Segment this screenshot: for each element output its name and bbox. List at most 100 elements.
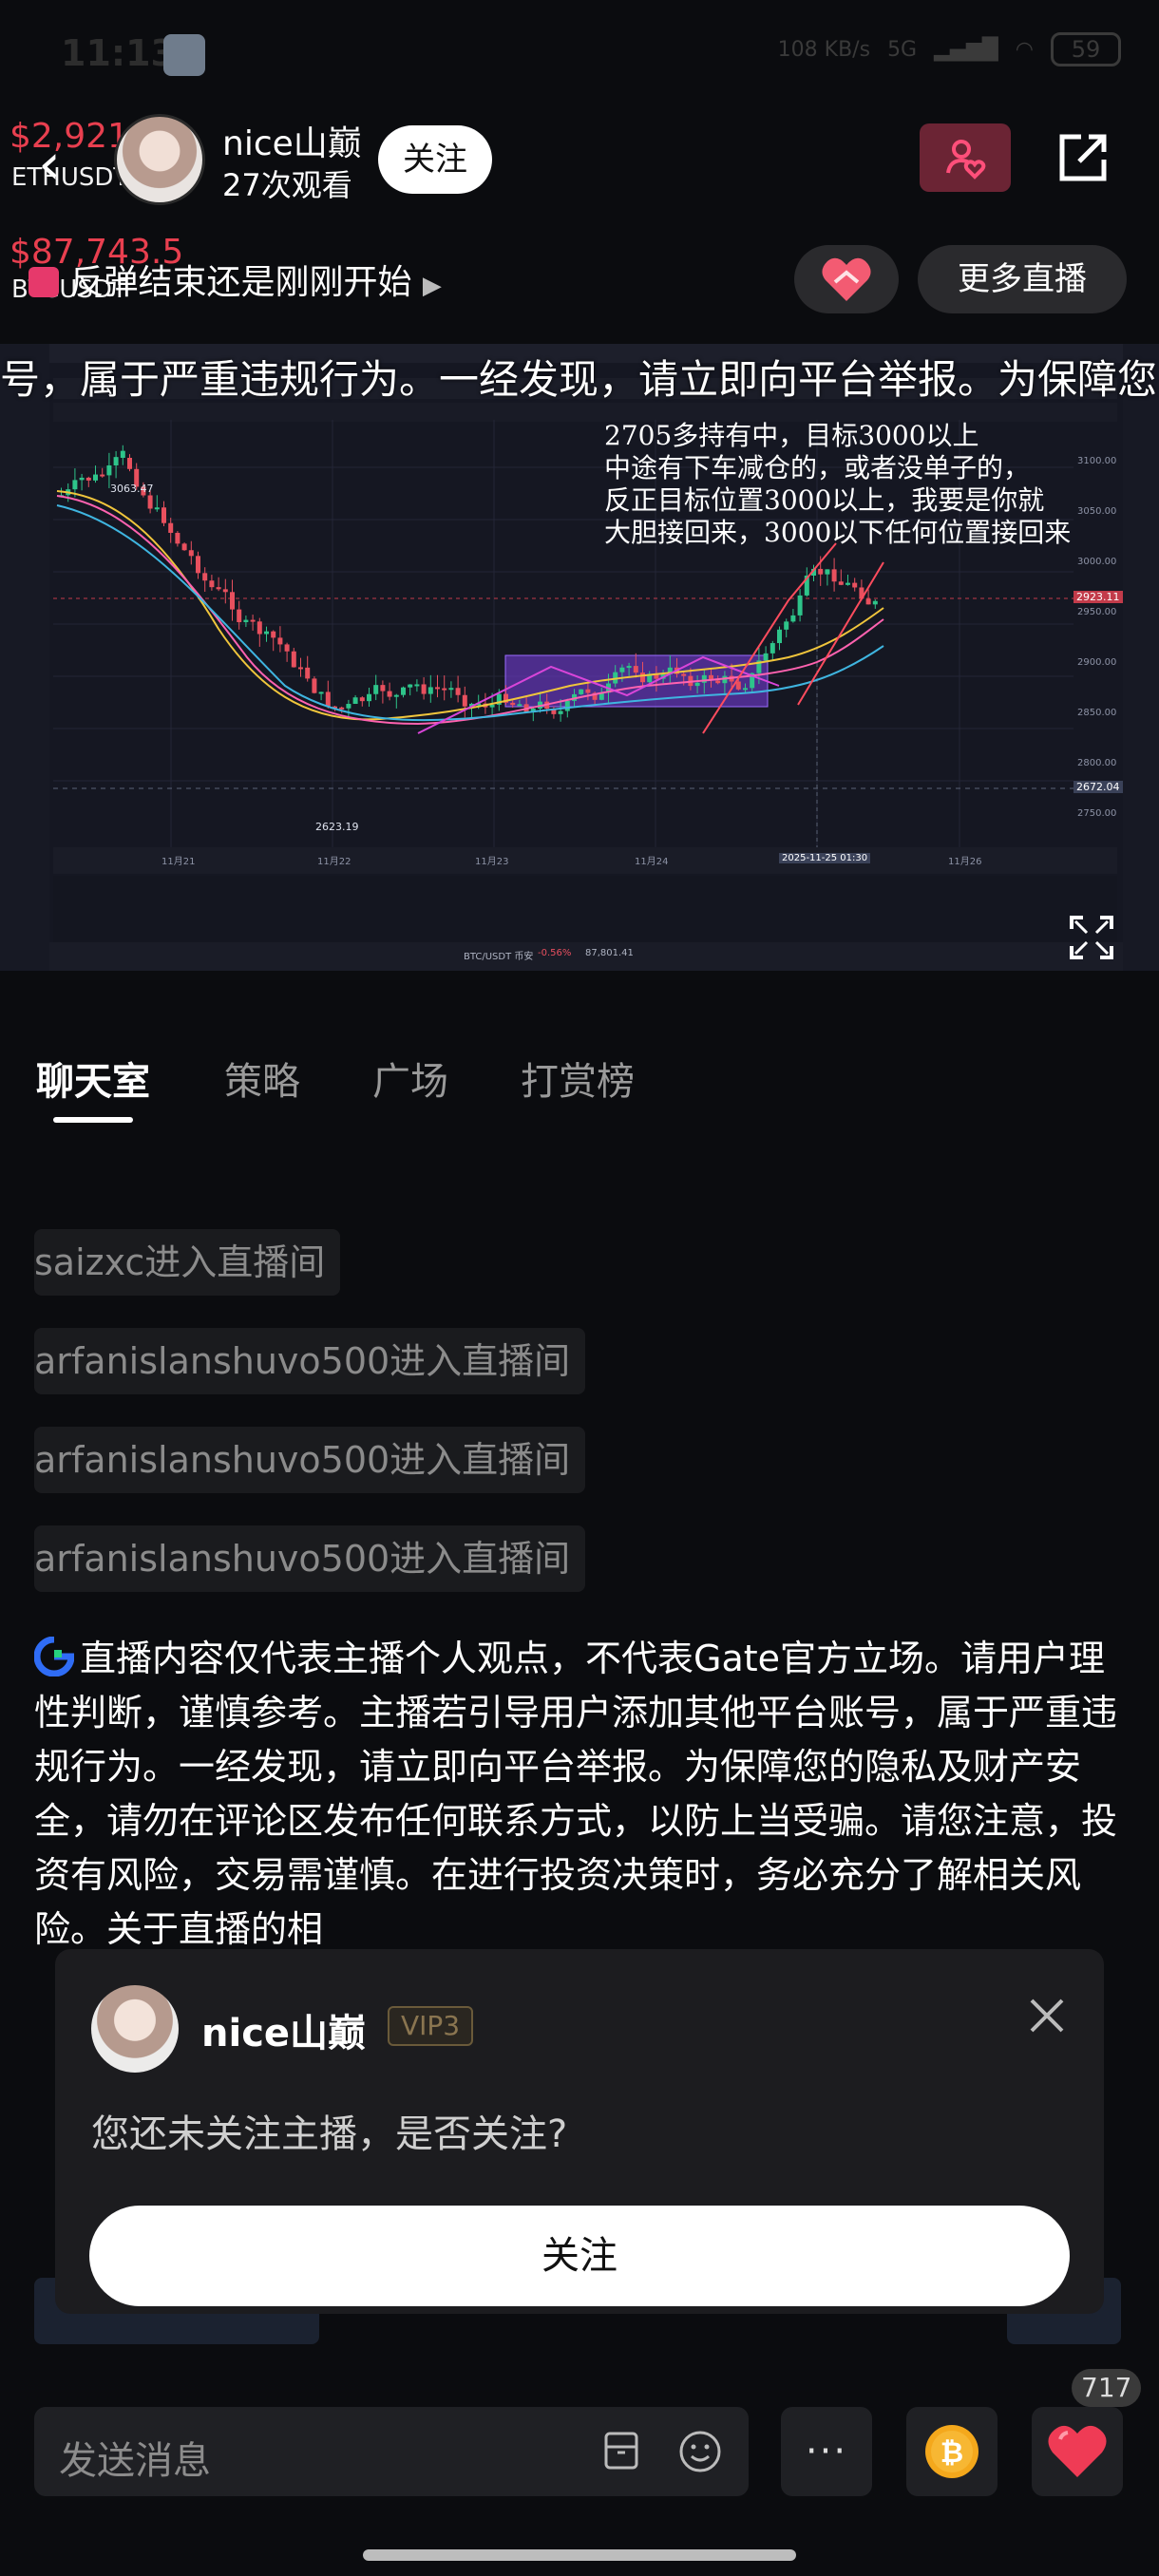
more-button[interactable]: ··· (781, 2407, 872, 2496)
candle-body (448, 688, 454, 691)
candle-body (872, 600, 878, 605)
candle-body (626, 666, 632, 669)
message-input[interactable]: 发送消息 (34, 2407, 749, 2496)
home-indicator[interactable] (363, 2549, 796, 2561)
tab-chatroom[interactable]: 聊天室 (36, 1051, 150, 1106)
x-tick: 11月24 (635, 857, 669, 867)
candle-body (277, 637, 283, 645)
ticker-pair-eth: ETHUSDT (11, 163, 129, 192)
candle-body (421, 684, 427, 694)
candle-body (318, 691, 324, 694)
y-tick: 3000.00 (1077, 557, 1117, 567)
candle-body (162, 507, 166, 523)
candle-body (784, 621, 789, 630)
bitcoin-coin-icon: ₿ (925, 2425, 978, 2478)
candle-body (489, 704, 495, 708)
y-tick: 2800.00 (1077, 758, 1117, 768)
network-type: 5G (887, 37, 918, 62)
host-name[interactable]: nice山巅 (222, 116, 362, 165)
emoji-icon[interactable] (676, 2428, 724, 2475)
candle-body (346, 704, 352, 709)
candle-body (701, 674, 707, 683)
modal-host-name: nice山巅 (201, 2012, 367, 2055)
candle-body (797, 595, 803, 616)
candle-body (428, 687, 433, 694)
back-icon[interactable]: ‹ (38, 131, 61, 198)
footer-btc-price: 87,801.41 (585, 948, 634, 958)
modal-follow-button[interactable]: 关注 (89, 2206, 1070, 2306)
candle-body (243, 619, 249, 623)
candle-body (380, 685, 386, 691)
candle-body (264, 631, 269, 635)
candle-body (359, 697, 365, 702)
heart-hands-icon (822, 257, 871, 301)
scrolling-notice: 号，属于严重违规行为。一经发现，请立即向平台举报。为保障您 (0, 356, 1158, 403)
candle-body (298, 667, 303, 670)
disclaimer-text: 直播内容仅代表主播个人观点，不代表Gate官方立场。请用户理性判断，谨慎参考。主… (34, 1638, 1118, 1950)
host-avatar[interactable] (114, 114, 205, 205)
candle-body (86, 477, 91, 481)
candle-body (72, 480, 78, 490)
candle-body (770, 643, 775, 653)
candle-body (271, 631, 276, 638)
like-count-badge: 717 (1072, 2369, 1142, 2407)
y-tick: 2850.00 (1077, 708, 1117, 718)
live-notice[interactable]: 反弹结束还是刚刚开始 ▶ (28, 255, 442, 304)
candle-body (168, 522, 174, 533)
candle-body (517, 704, 522, 707)
candle-body (352, 697, 358, 705)
clipboard-icon[interactable] (598, 2428, 644, 2473)
candle-body (825, 569, 830, 575)
tab-tip-ranking[interactable]: 打赏榜 (521, 1051, 635, 1106)
y-tick: 2750.00 (1077, 808, 1117, 819)
candle-body (564, 700, 570, 711)
analysis-overlay: 2705多持有中，目标3000以上 中途有下车减仓的，或者没单子的， 反正目标位… (604, 420, 1071, 549)
candle-body (256, 621, 262, 635)
disclaimer-message: 直播内容仅代表主播个人观点，不代表Gate官方立场。请用户理性判断，谨慎参考。主… (34, 1632, 1117, 1957)
follow-question: 您还未关注主播，是否关注? (91, 2112, 568, 2156)
candle-body (284, 644, 290, 652)
candle-body (188, 550, 194, 557)
tab-plaza[interactable]: 广场 (372, 1051, 448, 1106)
candle-body (401, 687, 406, 695)
follow-button[interactable]: 关注 (378, 125, 492, 194)
candle-body (831, 569, 837, 582)
status-bar: 11:13 108 KB/s 5G ▂▄▆█ ◠ 59 (0, 0, 1159, 104)
like-button[interactable] (1032, 2407, 1123, 2496)
candle-body (113, 457, 119, 465)
candle-body (312, 678, 317, 693)
follow-heart-button[interactable] (920, 123, 1011, 192)
close-icon[interactable] (1024, 1993, 1070, 2038)
notice-text: 反弹结束还是刚刚开始 (69, 263, 412, 302)
more-live-button[interactable]: 更多直播 (918, 245, 1127, 313)
play-arrow-icon: ▶ (422, 272, 442, 300)
candle-body (462, 694, 467, 707)
tip-button[interactable]: ₿ (906, 2407, 998, 2496)
candle-body (846, 582, 850, 585)
fullscreen-icon[interactable] (1068, 914, 1115, 961)
candle-body (106, 464, 112, 476)
candle-body (237, 609, 242, 623)
candle-body (585, 689, 591, 693)
chart-low-label: 2623.19 (315, 821, 359, 833)
candle-body (442, 688, 447, 691)
live-video[interactable]: 3063.47 2623.19 2923.11 2672.04 3100.00 … (0, 344, 1159, 971)
candle-body (694, 682, 700, 687)
svg-text:₿: ₿ (940, 2436, 963, 2470)
candle-body (230, 592, 235, 610)
gate-logo-icon (34, 1637, 74, 1676)
vip-badge: VIP3 (388, 2006, 474, 2046)
modal-host-avatar (91, 1985, 179, 2073)
candle-body (558, 710, 563, 714)
x-tick: 11月26 (948, 857, 982, 867)
candle-body (325, 691, 331, 707)
gift-button[interactable] (794, 245, 899, 313)
share-icon[interactable] (1053, 127, 1113, 188)
signal-icon: ▂▄▆█ (934, 37, 998, 62)
candle-body (414, 684, 420, 687)
candle-body (579, 689, 584, 694)
candle-body (619, 667, 625, 672)
overlay-line: 中途有下车减仓的，或者没单子的， (604, 452, 1031, 483)
tab-strategy[interactable]: 策略 (224, 1051, 300, 1106)
wifi-icon: ◠ (1015, 37, 1034, 62)
